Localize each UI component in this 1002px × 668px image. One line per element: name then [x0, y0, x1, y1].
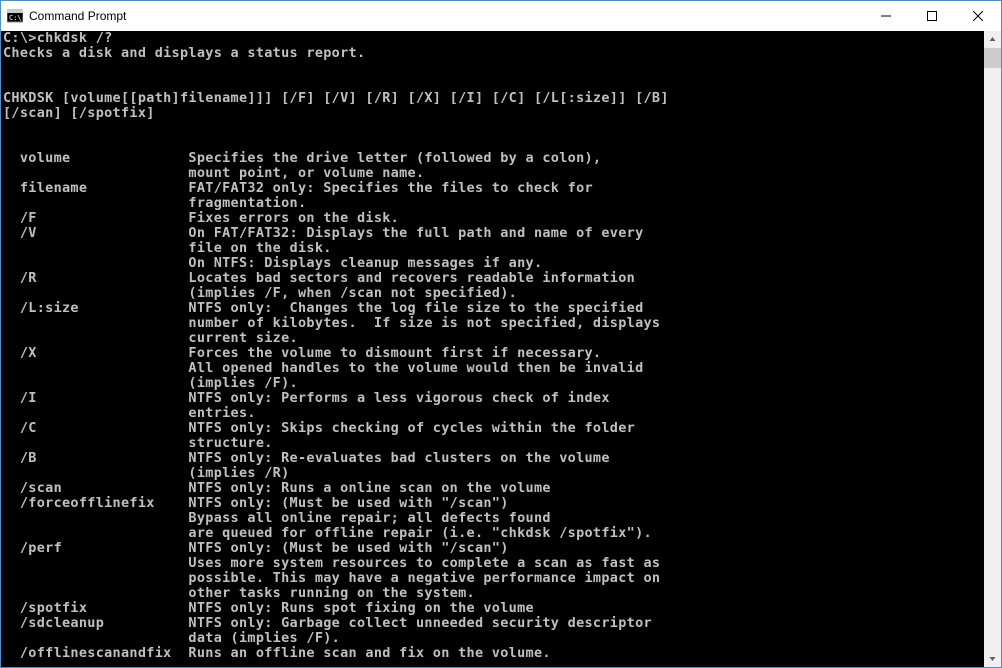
titlebar[interactable]: C:\ Command Prompt	[1, 1, 1001, 31]
console-line: /V On FAT/FAT32: Displays the full path …	[3, 226, 982, 241]
command-prompt-window: C:\ Command Prompt C:\>chkdsk /?Checks a…	[0, 0, 1002, 668]
console-line: current size.	[3, 331, 982, 346]
console-line: CHKDSK [volume[[path]filename]]] [/F] [/…	[3, 91, 982, 106]
console-line: mount point, or volume name.	[3, 166, 982, 181]
console-line: Bypass all online repair; all defects fo…	[3, 511, 982, 526]
console-output[interactable]: C:\>chkdsk /?Checks a disk and displays …	[1, 31, 984, 667]
console-line: (implies /R)	[3, 466, 982, 481]
console-line: /F Fixes errors on the disk.	[3, 211, 982, 226]
console-line: data (implies /F).	[3, 631, 982, 646]
console-line: are queued for offline repair (i.e. "chk…	[3, 526, 982, 541]
console-line: Uses more system resources to complete a…	[3, 556, 982, 571]
console-line: /offlinescanandfix Runs an offline scan …	[3, 646, 982, 661]
console-line: [/scan] [/spotfix]	[3, 106, 982, 121]
scrollbar-track[interactable]	[984, 48, 1001, 650]
console-line: file on the disk.	[3, 241, 982, 256]
console-line: entries.	[3, 406, 982, 421]
console-line: (implies /F).	[3, 376, 982, 391]
console-line	[3, 121, 982, 136]
console-line: /spotfix NTFS only: Runs spot fixing on …	[3, 601, 982, 616]
console-line: (implies /F, when /scan not specified).	[3, 286, 982, 301]
console-line: /perf NTFS only: (Must be used with "/sc…	[3, 541, 982, 556]
console-line: /I NTFS only: Performs a less vigorous c…	[3, 391, 982, 406]
console-line: /sdcleanup NTFS only: Garbage collect un…	[3, 616, 982, 631]
console-line: /R Locates bad sectors and recovers read…	[3, 271, 982, 286]
close-button[interactable]	[955, 1, 1001, 30]
console-line: fragmentation.	[3, 196, 982, 211]
console-line: possible. This may have a negative perfo…	[3, 571, 982, 586]
window-controls	[863, 1, 1001, 31]
console-line: number of kilobytes. If size is not spec…	[3, 316, 982, 331]
console-line: /B NTFS only: Re-evaluates bad clusters …	[3, 451, 982, 466]
console-line: other tasks running on the system.	[3, 586, 982, 601]
console-line: structure.	[3, 436, 982, 451]
console-line	[3, 61, 982, 76]
console-line: /X Forces the volume to dismount first i…	[3, 346, 982, 361]
scrollbar-up-button[interactable]	[984, 31, 1001, 48]
vertical-scrollbar[interactable]	[984, 31, 1001, 667]
console-line: /forceofflinefix NTFS only: (Must be use…	[3, 496, 982, 511]
scrollbar-thumb[interactable]	[984, 48, 1001, 68]
maximize-button[interactable]	[909, 1, 955, 30]
cmd-icon: C:\	[7, 8, 23, 24]
minimize-button[interactable]	[863, 1, 909, 30]
scrollbar-down-button[interactable]	[984, 650, 1001, 667]
console-line: /C NTFS only: Skips checking of cycles w…	[3, 421, 982, 436]
console-line	[3, 136, 982, 151]
console-line	[3, 661, 982, 667]
console-line: /L:size NTFS only: Changes the log file …	[3, 301, 982, 316]
console-line: All opened handles to the volume would t…	[3, 361, 982, 376]
console-line: C:\>chkdsk /?	[3, 31, 982, 46]
svg-text:C:\: C:\	[9, 14, 22, 22]
console-area: C:\>chkdsk /?Checks a disk and displays …	[1, 31, 1001, 667]
window-title: Command Prompt	[29, 9, 863, 23]
console-line: On NTFS: Displays cleanup messages if an…	[3, 256, 982, 271]
console-line: Checks a disk and displays a status repo…	[3, 46, 982, 61]
console-line	[3, 76, 982, 91]
console-line: volume Specifies the drive letter (follo…	[3, 151, 982, 166]
console-line: filename FAT/FAT32 only: Specifies the f…	[3, 181, 982, 196]
console-line: /scan NTFS only: Runs a online scan on t…	[3, 481, 982, 496]
